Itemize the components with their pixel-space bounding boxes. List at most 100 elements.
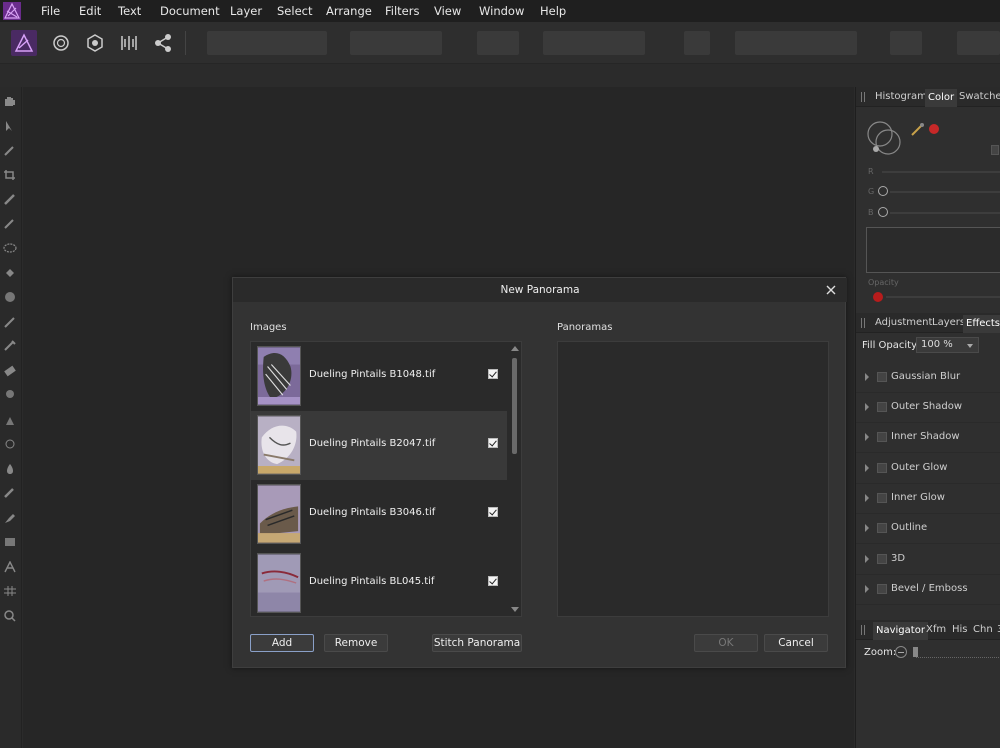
effect-bevel-emboss[interactable]: Bevel / Emboss [856, 575, 1000, 605]
expand-arrow-icon[interactable] [865, 403, 869, 411]
menu-edit[interactable]: Edit [79, 4, 101, 18]
effect-3d[interactable]: 3D [856, 545, 1000, 575]
photo-persona-icon[interactable] [11, 30, 37, 56]
marquee-tool-icon[interactable] [3, 242, 17, 254]
remove-button[interactable]: Remove [324, 634, 388, 652]
images-list[interactable]: Dueling Pintails B1048.tif Dueling Pinta… [250, 341, 522, 617]
menu-layer[interactable]: Layer [230, 4, 262, 18]
menu-help[interactable]: Help [540, 4, 566, 18]
color-wheel-icon[interactable] [866, 120, 906, 160]
g-slider-handle[interactable] [878, 186, 888, 196]
eyedropper-icon[interactable] [910, 121, 926, 137]
tab-histogram[interactable]: Histogram [875, 91, 927, 102]
blur-brush-tool-icon[interactable] [3, 463, 17, 475]
tone-mapping-persona-icon[interactable] [116, 30, 142, 56]
paint-brush-tool-icon[interactable] [3, 316, 17, 328]
scroll-up-icon[interactable] [511, 346, 519, 351]
effect-outer-glow[interactable]: Outer Glow [856, 454, 1000, 484]
mode-group[interactable] [350, 31, 442, 55]
menu-filters[interactable]: Filters [385, 4, 419, 18]
inpainting-tool-icon[interactable] [3, 414, 17, 426]
expand-arrow-icon[interactable] [865, 373, 869, 381]
pen-tool-icon[interactable] [3, 512, 17, 524]
panoramas-list[interactable] [557, 341, 829, 617]
flood-select-tool-icon[interactable] [3, 218, 17, 230]
list-item[interactable]: Dueling Pintails B1048.tif [251, 342, 507, 411]
erase-brush-tool-icon[interactable] [3, 365, 17, 377]
menu-view[interactable]: View [434, 4, 461, 18]
menu-text[interactable]: Text [118, 4, 141, 18]
tab-effects[interactable]: Effects [963, 315, 1000, 333]
menu-window[interactable]: Window [479, 4, 524, 18]
include-checkbox[interactable] [488, 576, 498, 586]
effect-checkbox[interactable] [877, 463, 887, 473]
assistant-button[interactable] [684, 31, 710, 55]
expand-arrow-icon[interactable] [865, 464, 869, 472]
stitch-panorama-button[interactable]: Stitch Panorama [432, 634, 522, 652]
scroll-down-icon[interactable] [511, 607, 519, 612]
effect-checkbox[interactable] [877, 432, 887, 442]
red-eye-tool-icon[interactable] [3, 438, 17, 450]
tab-channels[interactable]: Chn [973, 624, 993, 635]
expand-arrow-icon[interactable] [865, 524, 869, 532]
include-checkbox[interactable] [488, 507, 498, 517]
sharpen-brush-tool-icon[interactable] [3, 487, 17, 499]
g-slider[interactable] [890, 191, 1000, 193]
scrollbar-thumb[interactable] [512, 358, 517, 454]
expand-arrow-icon[interactable] [865, 433, 869, 441]
effect-checkbox[interactable] [877, 402, 887, 412]
hand-tool-icon[interactable] [3, 95, 17, 107]
current-color-swatch[interactable] [929, 124, 939, 134]
add-button[interactable]: Add [250, 634, 314, 652]
export-persona-icon[interactable] [150, 30, 176, 56]
arrange-group[interactable] [735, 31, 857, 55]
list-item[interactable]: Dueling Pintails B3046.tif [251, 480, 507, 549]
selection-tools-group[interactable] [543, 31, 645, 55]
develop-persona-icon[interactable] [82, 30, 108, 56]
clone-tool-icon[interactable] [3, 340, 17, 352]
liquify-persona-icon[interactable] [48, 30, 74, 56]
flood-fill-tool-icon[interactable] [3, 267, 17, 279]
tab-history[interactable]: His [952, 624, 968, 635]
include-checkbox[interactable] [488, 438, 498, 448]
fill-opacity-field[interactable]: 100 % [916, 337, 979, 353]
view-group[interactable] [957, 31, 1000, 55]
tab-transform[interactable]: Xfm [926, 624, 946, 635]
expand-arrow-icon[interactable] [865, 494, 869, 502]
b-slider[interactable] [890, 212, 1000, 214]
crop-tool-icon[interactable] [3, 169, 17, 181]
effect-checkbox[interactable] [877, 372, 887, 382]
effect-checkbox[interactable] [877, 493, 887, 503]
effect-checkbox[interactable] [877, 554, 887, 564]
b-slider-handle[interactable] [878, 207, 888, 217]
zoom-tool-icon[interactable] [3, 610, 17, 622]
zoom-out-icon[interactable] [895, 646, 907, 658]
cancel-button[interactable]: Cancel [764, 634, 828, 652]
effect-inner-shadow[interactable]: Inner Shadow [856, 423, 1000, 453]
effect-outline[interactable]: Outline [856, 514, 1000, 544]
images-scrollbar[interactable] [508, 342, 521, 616]
close-icon[interactable] [825, 284, 837, 296]
expand-arrow-icon[interactable] [865, 555, 869, 563]
rectangle-tool-icon[interactable] [3, 536, 17, 548]
zoom-slider[interactable] [916, 657, 1000, 658]
panel-grip[interactable] [861, 625, 865, 635]
opacity-slider-handle[interactable] [873, 292, 883, 302]
effect-outer-shadow[interactable]: Outer Shadow [856, 393, 1000, 423]
effect-gaussian-blur[interactable]: Gaussian Blur [856, 363, 1000, 393]
menu-document[interactable]: Document [160, 4, 220, 18]
move-tool-icon[interactable] [3, 120, 17, 132]
panel-grip[interactable] [861, 318, 865, 328]
color-picker-tool-icon[interactable] [3, 144, 17, 156]
ok-button[interactable]: OK [694, 634, 758, 652]
panel-grip[interactable] [861, 92, 865, 102]
snapping-button[interactable] [890, 31, 922, 55]
menu-file[interactable]: File [41, 4, 60, 18]
effect-checkbox[interactable] [877, 584, 887, 594]
menu-arrange[interactable]: Arrange [326, 4, 372, 18]
list-item[interactable]: Dueling Pintails BL045.tif [251, 549, 507, 616]
gradient-tool-icon[interactable] [3, 291, 17, 303]
mesh-warp-tool-icon[interactable] [3, 585, 17, 597]
opacity-slider[interactable] [886, 296, 1000, 298]
include-checkbox[interactable] [488, 369, 498, 379]
